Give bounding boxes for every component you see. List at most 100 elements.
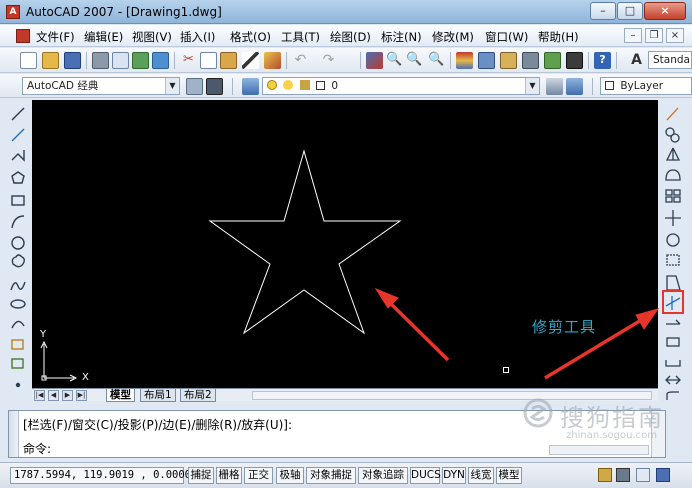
sheet-set-icon[interactable] bbox=[522, 52, 539, 69]
menu-modify[interactable]: 修改(M) bbox=[432, 29, 474, 45]
lineweight-toggle[interactable]: 线宽 bbox=[468, 467, 494, 484]
new-file-icon[interactable] bbox=[20, 52, 37, 69]
construction-line-icon bbox=[11, 128, 25, 142]
polygon-icon bbox=[11, 171, 25, 184]
standard-toolbar: ✂ ↶ ↷ 🔍 🔍 🔍 ? A Standa bbox=[0, 48, 692, 73]
command-prompt[interactable]: 命令: bbox=[23, 440, 51, 457]
ortho-toggle[interactable]: 正交 bbox=[244, 467, 273, 484]
communication-center-icon[interactable] bbox=[616, 468, 630, 482]
plot-preview-icon[interactable] bbox=[112, 52, 129, 69]
menu-dimension[interactable]: 标注(N) bbox=[381, 29, 422, 45]
first-tab-button[interactable]: |◀ bbox=[34, 390, 45, 401]
scale-icon bbox=[666, 254, 680, 266]
layer-previous-icon[interactable] bbox=[566, 78, 583, 95]
calculator-icon[interactable] bbox=[566, 52, 583, 69]
status-bar: 1787.5994, 119.9019 , 0.0000 捕捉 栅格 正交 极轴… bbox=[0, 462, 692, 488]
cut-icon[interactable]: ✂ bbox=[180, 52, 197, 69]
workspace-settings-icon[interactable] bbox=[186, 78, 203, 95]
menu-window[interactable]: 窗口(W) bbox=[485, 29, 528, 45]
help-icon[interactable]: ? bbox=[594, 52, 611, 69]
drawing-canvas[interactable]: Y X 修剪工具 bbox=[32, 100, 658, 389]
match-properties-icon[interactable] bbox=[242, 52, 259, 69]
status-tray-icon[interactable] bbox=[656, 468, 670, 482]
menu-format[interactable]: 格式(O) bbox=[230, 29, 271, 45]
menu-tools[interactable]: 工具(T) bbox=[281, 29, 320, 45]
text-style-combo[interactable]: Standa bbox=[648, 51, 692, 69]
lock-icon[interactable] bbox=[598, 468, 612, 482]
snap-toggle[interactable]: 捕捉 bbox=[188, 467, 214, 484]
menu-help[interactable]: 帮助(H) bbox=[538, 29, 579, 45]
make-layer-current-icon[interactable] bbox=[546, 78, 563, 95]
menu-view[interactable]: 视图(V) bbox=[132, 29, 172, 45]
chevron-down-icon: ▼ bbox=[525, 78, 539, 94]
print-icon[interactable] bbox=[92, 52, 109, 69]
mdi-restore-button[interactable]: ❐ bbox=[645, 28, 663, 43]
document-icon[interactable] bbox=[16, 29, 30, 43]
tab-layout2[interactable]: 布局2 bbox=[180, 389, 216, 402]
horizontal-scrollbar[interactable] bbox=[252, 391, 652, 400]
menu-insert[interactable]: 插入(I) bbox=[180, 29, 215, 45]
color-control-combo[interactable]: ByLayer bbox=[600, 77, 692, 95]
layer-combo[interactable]: 0 ▼ bbox=[262, 77, 540, 95]
pan-realtime-icon[interactable] bbox=[366, 52, 383, 69]
command-window-grip[interactable] bbox=[9, 411, 19, 457]
design-center-icon[interactable] bbox=[478, 52, 495, 69]
coordinate-readout[interactable]: 1787.5994, 119.9019 , 0.0000 bbox=[10, 467, 191, 484]
last-tab-button[interactable]: ▶| bbox=[76, 390, 87, 401]
model-space-toggle[interactable]: 模型 bbox=[496, 467, 522, 484]
menu-edit[interactable]: 编辑(E) bbox=[84, 29, 123, 45]
tool-palettes-icon[interactable] bbox=[500, 52, 517, 69]
save-icon[interactable] bbox=[64, 52, 81, 69]
redo-icon[interactable]: ↷ bbox=[320, 52, 337, 69]
open-folder-icon[interactable] bbox=[42, 52, 59, 69]
properties-icon[interactable] bbox=[456, 52, 473, 69]
previous-tab-button[interactable]: ◀ bbox=[48, 390, 59, 401]
maximize-button[interactable]: □ bbox=[617, 2, 643, 20]
command-horizontal-scrollbar[interactable] bbox=[549, 445, 649, 455]
tab-layout1[interactable]: 布局1 bbox=[140, 389, 176, 402]
five-pointed-star[interactable] bbox=[32, 100, 658, 389]
osnap-toggle[interactable]: 对象捕捉 bbox=[306, 467, 356, 484]
workspace-combo[interactable]: AutoCAD 经典 ▼ bbox=[22, 77, 180, 95]
copy-icon[interactable] bbox=[200, 52, 217, 69]
otrack-toggle[interactable]: 对象追踪 bbox=[358, 467, 408, 484]
etransmit-icon[interactable] bbox=[152, 52, 169, 69]
clean-screen-icon[interactable] bbox=[636, 468, 650, 482]
text-style-icon[interactable]: A bbox=[628, 52, 645, 69]
close-button[interactable]: × bbox=[644, 2, 686, 20]
paste-icon[interactable] bbox=[220, 52, 237, 69]
offset-icon bbox=[665, 169, 681, 181]
polar-toggle[interactable]: 极轴 bbox=[276, 467, 304, 484]
block-editor-icon[interactable] bbox=[264, 52, 281, 69]
sun-icon bbox=[283, 80, 294, 90]
array-icon bbox=[665, 196, 673, 203]
command-vertical-scrollbar[interactable] bbox=[651, 411, 665, 457]
ucs-y-label: Y bbox=[40, 329, 47, 340]
publish-icon[interactable] bbox=[132, 52, 149, 69]
zoom-realtime-icon[interactable]: 🔍 bbox=[386, 52, 403, 69]
mdi-minimize-button[interactable]: – bbox=[624, 28, 642, 43]
tab-model[interactable]: 模型 bbox=[106, 389, 135, 402]
next-tab-button[interactable]: ▶ bbox=[62, 390, 73, 401]
layer-properties-icon[interactable] bbox=[242, 78, 259, 95]
mdi-close-button[interactable]: × bbox=[666, 28, 684, 43]
rotate-icon bbox=[666, 233, 680, 247]
zoom-window-icon[interactable]: 🔍 bbox=[406, 52, 423, 69]
ducs-toggle[interactable]: DUCS bbox=[410, 467, 441, 484]
markup-icon[interactable] bbox=[544, 52, 561, 69]
menu-file[interactable]: 文件(F) bbox=[36, 29, 75, 45]
dyn-toggle[interactable]: DYN bbox=[442, 467, 466, 484]
zoom-previous-icon[interactable]: 🔍 bbox=[428, 52, 445, 69]
undo-icon[interactable]: ↶ bbox=[292, 52, 309, 69]
autocad-app-icon[interactable]: A bbox=[6, 5, 20, 19]
minimize-button[interactable]: – bbox=[590, 2, 616, 20]
polyline-icon bbox=[11, 150, 25, 162]
grid-toggle[interactable]: 栅格 bbox=[216, 467, 242, 484]
draw-tool-icons bbox=[10, 107, 26, 388]
save-workspace-icon[interactable] bbox=[206, 78, 223, 95]
command-window: [栏选(F)/窗交(C)/投影(P)/边(E)/删除(R)/放弃(U)]: 命令… bbox=[8, 410, 666, 458]
color-swatch-icon bbox=[316, 81, 326, 90]
ellipse-icon bbox=[10, 299, 26, 309]
menu-draw[interactable]: 绘图(D) bbox=[330, 29, 371, 45]
rectangle-icon bbox=[11, 195, 25, 206]
